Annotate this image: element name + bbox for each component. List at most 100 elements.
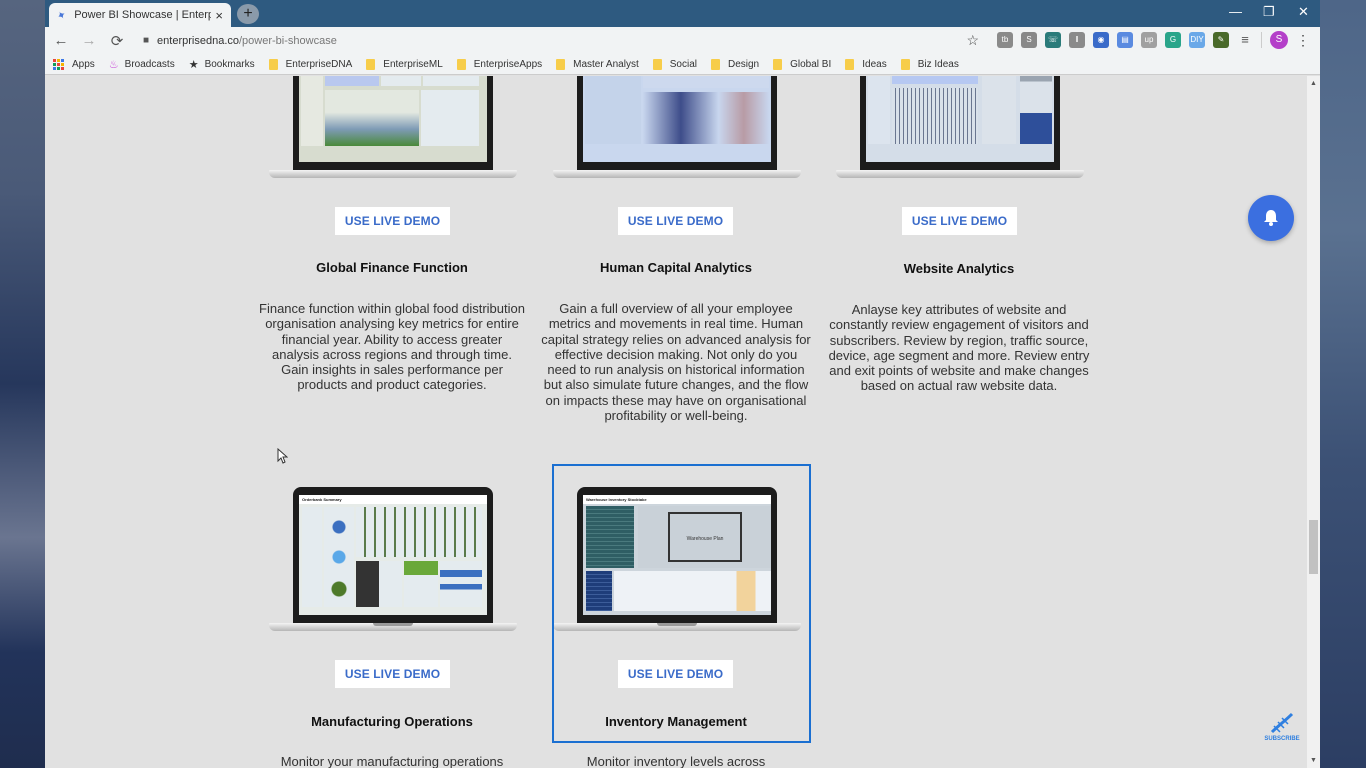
bar-panel xyxy=(423,76,479,86)
screen-title: Orderbank Summary xyxy=(299,495,487,504)
address-bar[interactable]: enterprisedna.co/power-bi-showcase xyxy=(157,35,337,47)
card-hover-highlight xyxy=(552,464,811,743)
folder-icon xyxy=(456,58,466,70)
laptop-bezel xyxy=(577,76,777,170)
folder-icon xyxy=(773,58,783,70)
waterfall-panel xyxy=(1020,76,1052,144)
use-live-demo-button-global-finance[interactable]: USE LIVE DEMO xyxy=(335,207,450,235)
kpi-column xyxy=(301,76,323,146)
laptop-preview-manufacturing[interactable]: Orderbank Summary xyxy=(269,487,517,632)
map-panel xyxy=(892,76,978,84)
bookmark-label: Bookmarks xyxy=(204,58,255,70)
bookmark-enterprisedna[interactable]: EnterpriseDNA xyxy=(268,58,353,70)
page-scrollbar[interactable]: ▲ ▼ xyxy=(1307,76,1320,768)
subscribe-watermark[interactable]: SUBSCRIBE xyxy=(1262,712,1302,742)
folder-icon xyxy=(652,58,662,70)
product-bar-panel xyxy=(440,561,482,607)
dashboard-screenshot xyxy=(583,76,771,162)
card-title-manufacturing: Manufacturing Operations xyxy=(311,714,473,729)
back-button[interactable]: ← xyxy=(49,32,73,49)
card-description-global-finance: Finance function within global food dist… xyxy=(259,301,525,393)
card-title-website-analytics: Website Analytics xyxy=(903,261,1015,276)
bookmark-label: Apps xyxy=(72,58,95,70)
bookmark-bookmarks[interactable]: ★ Bookmarks xyxy=(189,58,255,71)
bookmark-label: Broadcasts xyxy=(124,58,175,70)
use-live-demo-button-inventory[interactable]: USE LIVE DEMO xyxy=(618,660,733,688)
use-live-demo-button-website-analytics[interactable]: USE LIVE DEMO xyxy=(902,207,1017,235)
line-chart-panel xyxy=(892,88,978,144)
laptop-preview-website-analytics[interactable] xyxy=(836,76,1084,178)
bookmark-label: Biz Ideas xyxy=(917,58,959,70)
use-live-demo-button-manufacturing[interactable]: USE LIVE DEMO xyxy=(335,660,450,688)
skype-extension-icon[interactable]: S xyxy=(1021,32,1037,48)
bookmark-global-bi[interactable]: Global BI xyxy=(773,58,831,70)
laptop-preview-global-finance[interactable] xyxy=(269,76,517,178)
donut-panel xyxy=(381,76,421,86)
tb-extension-icon[interactable]: tb xyxy=(997,32,1013,48)
lock-icon[interactable]: ■ xyxy=(143,35,149,46)
card-title-global-finance: Global Finance Function xyxy=(316,260,468,275)
funnel-panel xyxy=(404,561,438,607)
use-live-demo-button-human-capital[interactable]: USE LIVE DEMO xyxy=(618,207,733,235)
scroll-up-arrow-icon[interactable]: ▲ xyxy=(1310,80,1317,87)
scroll-down-arrow-icon[interactable]: ▼ xyxy=(1310,757,1317,764)
bookmark-design[interactable]: Design xyxy=(710,58,759,70)
bookmark-enterpriseapps[interactable]: EnterpriseApps xyxy=(456,58,542,70)
extensions-area: ☆ tb S ☏ ‖ ◉ ▤ up G DIY ✎ ≡ S ⋮ xyxy=(966,31,1310,49)
eye-extension-icon[interactable]: ◉ xyxy=(1093,32,1109,48)
card-description-human-capital: Gain a full overview of all your employe… xyxy=(541,301,811,424)
folder-icon xyxy=(366,58,376,70)
map-panel xyxy=(325,76,379,86)
bookmark-enterpriseml[interactable]: EnterpriseML xyxy=(366,58,443,70)
laptop-bezel xyxy=(860,76,1060,170)
restore-button[interactable]: ❐ xyxy=(1263,4,1275,20)
scrollbar-thumb[interactable] xyxy=(1309,520,1318,574)
up-extension-icon[interactable]: up xyxy=(1141,32,1157,48)
card-title-inventory: Inventory Management xyxy=(605,714,747,729)
phone-extension-icon[interactable]: ☏ xyxy=(1045,32,1061,48)
grammarly-extension-icon[interactable]: G xyxy=(1165,32,1181,48)
column-panel xyxy=(643,76,769,88)
notification-bell-button[interactable] xyxy=(1248,195,1294,241)
kpi-column xyxy=(868,76,890,144)
bookmark-label: EnterpriseML xyxy=(383,58,443,70)
profile-avatar[interactable]: S xyxy=(1270,31,1288,49)
matrix-panel xyxy=(643,92,769,144)
reload-button[interactable]: ⟳ xyxy=(105,32,129,50)
bookmark-label: EnterpriseDNA xyxy=(285,58,353,70)
minimize-button[interactable]: — xyxy=(1229,4,1242,19)
dna-icon xyxy=(1270,712,1294,734)
bookmark-apps[interactable]: Apps xyxy=(53,58,95,70)
new-tab-button[interactable]: + xyxy=(237,4,259,24)
desktop-background-right xyxy=(1320,0,1366,768)
bookmark-ideas[interactable]: Ideas xyxy=(845,58,887,70)
tab-close-icon[interactable]: × xyxy=(215,8,223,23)
leaf-extension-icon[interactable]: ✎ xyxy=(1213,32,1229,48)
dashboard-screenshot xyxy=(866,76,1054,162)
bookmark-biz-ideas[interactable]: Biz Ideas xyxy=(900,58,959,70)
laptop-notch xyxy=(373,623,413,626)
page-content: USE LIVE DEMO USE LIVE DEMO USE LIVE DEM… xyxy=(45,76,1307,768)
bookmark-social[interactable]: Social xyxy=(652,58,697,70)
diy-extension-icon[interactable]: DIY xyxy=(1189,32,1205,48)
bookmark-master-analyst[interactable]: Master Analyst xyxy=(556,58,639,70)
browser-tab[interactable]: ✦ Power BI Showcase | Enterprise D × xyxy=(49,3,231,27)
kpi-column xyxy=(302,507,322,607)
card-title-human-capital: Human Capital Analytics xyxy=(600,260,752,275)
url-domain: enterprisedna.co xyxy=(157,34,239,47)
bar-panel xyxy=(356,561,402,607)
card-description-inventory: Monitor inventory levels across xyxy=(586,754,766,768)
playlist-extension-icon[interactable]: ≡ xyxy=(1237,32,1253,48)
bookmark-broadcasts[interactable]: ♨ Broadcasts xyxy=(109,58,175,71)
book-extension-icon[interactable]: ‖ xyxy=(1069,32,1085,48)
chrome-menu-icon[interactable]: ⋮ xyxy=(1296,32,1310,49)
folder-icon xyxy=(710,58,720,70)
forward-button[interactable]: → xyxy=(77,32,101,49)
broadcasts-icon: ♨ xyxy=(108,58,119,71)
laptop-preview-human-capital[interactable] xyxy=(553,76,801,178)
close-window-button[interactable]: ✕ xyxy=(1298,4,1309,20)
dashboard-screenshot: Orderbank Summary xyxy=(299,495,487,615)
tag-extension-icon[interactable]: ▤ xyxy=(1117,32,1133,48)
laptop-base xyxy=(836,170,1084,178)
bookmark-star-icon[interactable]: ☆ xyxy=(966,32,979,49)
